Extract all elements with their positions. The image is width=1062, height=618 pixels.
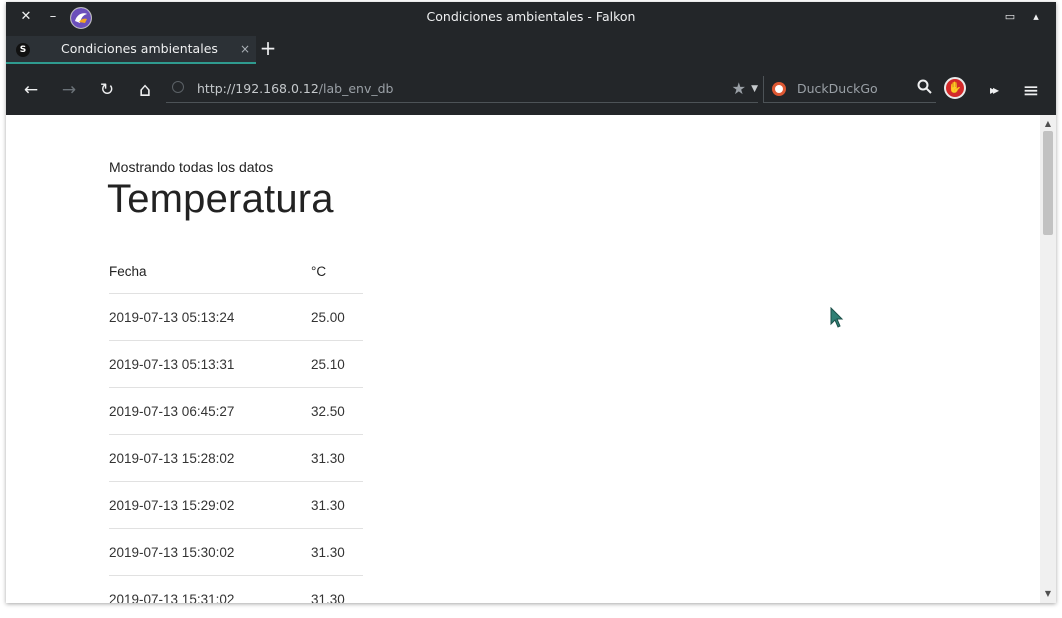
date-cell: 2019-07-13 15:29:02 (109, 481, 311, 529)
tab-bar: S Condiciones ambientales × + (6, 32, 1056, 64)
new-tab-button[interactable]: + (258, 38, 278, 58)
site-favicon: S (16, 43, 30, 57)
scroll-down-icon[interactable]: ▼ (1040, 587, 1056, 601)
back-icon[interactable]: ← (20, 79, 42, 101)
globe-icon[interactable] (172, 81, 184, 93)
window-title: Condiciones ambientales - Falkon (426, 9, 636, 24)
page-title: Temperatura (107, 177, 334, 221)
temperature-cell: 25.00 (311, 293, 363, 341)
chevron-down-icon[interactable]: ▼ (751, 78, 758, 100)
url-path: /lab_env_db (318, 81, 394, 96)
search-icon[interactable] (917, 79, 932, 99)
temperature-table: Fecha °C 2019-07-13 05:13:24 25.00 2019-0… (109, 249, 363, 603)
scroll-up-icon[interactable]: ▲ (1040, 117, 1056, 131)
temperature-cell: 31.30 (311, 528, 363, 576)
tab-close-icon[interactable]: × (238, 42, 252, 56)
temperature-cell: 25.10 (311, 340, 363, 388)
adblock-icon[interactable]: ✋ (944, 77, 966, 99)
date-cell: 2019-07-13 15:31:02 (109, 575, 311, 603)
table-row: 2019-07-13 06:45:27 32.50 (109, 387, 363, 435)
date-cell: 2019-07-13 15:30:02 (109, 528, 311, 576)
url-text[interactable]: http://192.168.0.12/lab_env_db (197, 76, 393, 102)
temperature-cell: 31.30 (311, 575, 363, 603)
column-header-celsius: °C (311, 249, 363, 294)
date-cell: 2019-07-13 05:13:31 (109, 340, 311, 388)
tab-condiciones-ambientales[interactable]: S Condiciones ambientales × (6, 36, 256, 64)
temperature-cell: 31.30 (311, 434, 363, 482)
table-row: 2019-07-13 15:30:02 31.30 (109, 528, 363, 576)
search-input[interactable]: DuckDuckGo (797, 76, 878, 102)
table-row: 2019-07-13 15:28:02 31.30 (109, 434, 363, 482)
navigation-toolbar: ← → ↻ ⌂ http://192.168.0.12/lab_env_db ★… (6, 64, 1056, 115)
duckduckgo-icon[interactable] (772, 82, 786, 96)
tab-label: Condiciones ambientales (61, 41, 218, 56)
star-icon[interactable]: ★ (732, 78, 746, 100)
table-row: 2019-07-13 05:13:24 25.00 (109, 293, 363, 341)
reload-icon[interactable]: ↻ (96, 79, 118, 101)
search-bar[interactable]: DuckDuckGo (763, 76, 936, 103)
url-host: http://192.168.0.12 (197, 81, 319, 96)
mouse-cursor-icon (830, 306, 844, 333)
title-bar[interactable]: ✕ – Condiciones ambientales - Falkon ▭ ▴ (6, 2, 1056, 32)
column-header-fecha: Fecha (109, 249, 311, 294)
fast-forward-icon[interactable]: ▸▸ (982, 79, 1004, 101)
table-row: 2019-07-13 15:29:02 31.30 (109, 481, 363, 529)
temperature-cell: 31.30 (311, 481, 363, 529)
scrollbar-thumb[interactable] (1043, 131, 1053, 235)
table-header-row: Fecha °C (109, 249, 363, 294)
temperature-cell: 32.50 (311, 387, 363, 435)
table-row: 2019-07-13 15:31:02 31.30 (109, 575, 363, 603)
keep-above-icon[interactable]: ▴ (1028, 9, 1044, 25)
date-cell: 2019-07-13 05:13:24 (109, 293, 311, 341)
hamburger-icon[interactable]: ≡ (1020, 79, 1042, 101)
table-row: 2019-07-13 05:13:31 25.10 (109, 340, 363, 388)
forward-icon[interactable]: → (58, 79, 80, 101)
date-cell: 2019-07-13 06:45:27 (109, 387, 311, 435)
home-icon[interactable]: ⌂ (134, 79, 156, 101)
page-subtitle: Mostrando todas los datos (109, 159, 274, 175)
vertical-scrollbar[interactable]: ▲ ▼ (1040, 115, 1056, 603)
browser-window: ✕ – Condiciones ambientales - Falkon ▭ ▴… (6, 2, 1056, 603)
menu-icon[interactable]: ▭ (1002, 9, 1018, 25)
date-cell: 2019-07-13 15:28:02 (109, 434, 311, 482)
page-content: Mostrando todas los datos Temperatura Fe… (6, 115, 1040, 603)
address-bar[interactable]: http://192.168.0.12/lab_env_db ★ ▼ (166, 76, 758, 103)
